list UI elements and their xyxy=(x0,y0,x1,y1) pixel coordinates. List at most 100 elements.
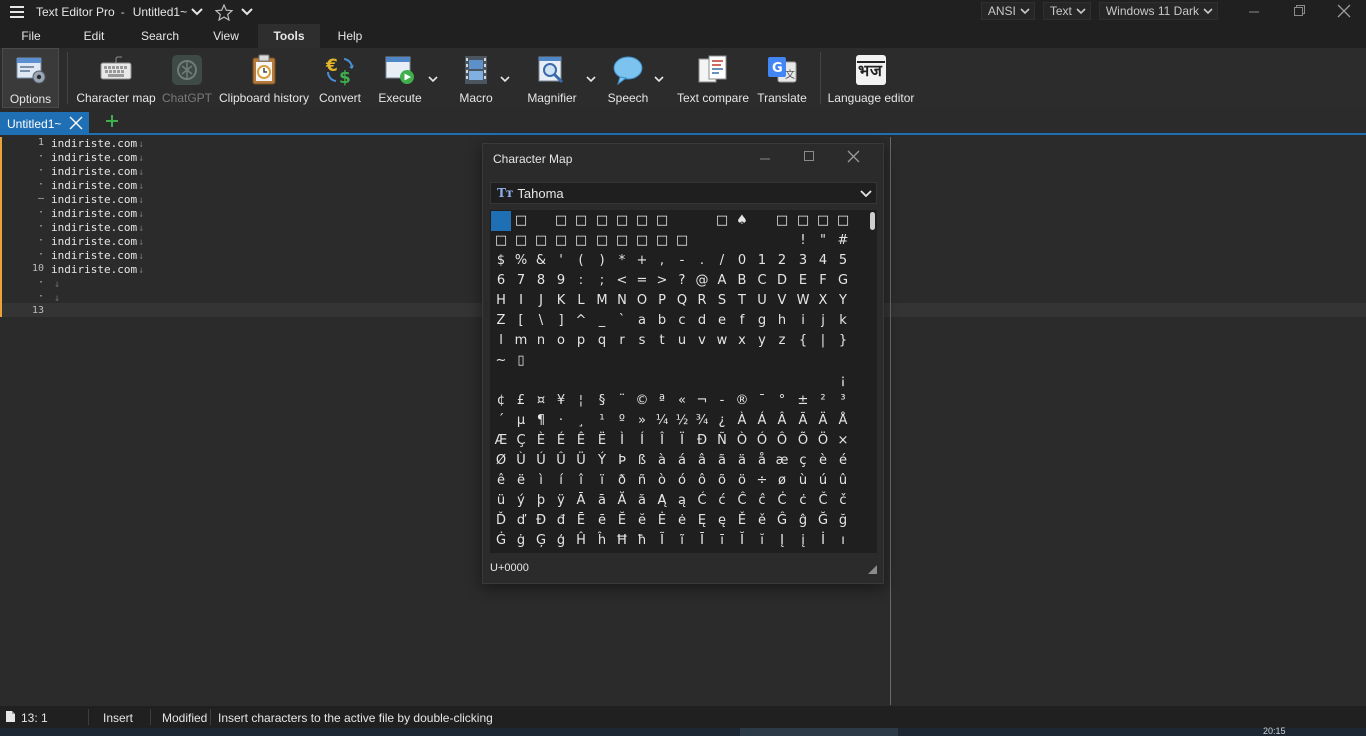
character-cell[interactable]: Ú xyxy=(531,451,551,471)
character-cell[interactable]: Ă xyxy=(612,491,632,511)
character-cell[interactable] xyxy=(732,371,752,391)
character-cell[interactable] xyxy=(692,211,712,231)
character-cell[interactable]: □ xyxy=(712,211,732,231)
character-cell[interactable]: □ xyxy=(551,231,571,251)
character-cell[interactable]: « xyxy=(672,391,692,411)
character-cell[interactable]: ô xyxy=(692,471,712,491)
character-cell[interactable]: 2 xyxy=(772,251,792,271)
character-cell[interactable] xyxy=(672,351,692,371)
character-cell[interactable]: Ą xyxy=(652,491,672,511)
character-cell[interactable]: ü xyxy=(491,491,511,511)
character-cell[interactable]: G xyxy=(833,271,853,291)
character-cell[interactable]: ė xyxy=(672,511,692,531)
character-cell[interactable]: 3 xyxy=(793,251,813,271)
character-cell[interactable]: ² xyxy=(813,391,833,411)
character-cell[interactable]: ½ xyxy=(672,411,692,431)
character-cell[interactable]: ö xyxy=(732,471,752,491)
character-cell[interactable]: U xyxy=(752,291,772,311)
character-cell[interactable]: Õ xyxy=(793,431,813,451)
character-cell[interactable]: î xyxy=(571,471,591,491)
character-cell[interactable] xyxy=(772,231,792,251)
character-cell[interactable] xyxy=(793,371,813,391)
character-cell[interactable]: ´ xyxy=(491,411,511,431)
character-cell[interactable]: Ö xyxy=(813,431,833,451)
character-cell[interactable]: ď xyxy=(511,511,531,531)
character-cell[interactable] xyxy=(531,371,551,391)
character-cell[interactable]: □ xyxy=(672,231,692,251)
character-cell[interactable]: { xyxy=(793,331,813,351)
character-cell[interactable]: c xyxy=(672,311,692,331)
character-cell[interactable]: N xyxy=(612,291,632,311)
character-cell[interactable]: ï xyxy=(592,471,612,491)
character-cell[interactable]: Z xyxy=(491,311,511,331)
character-cell[interactable] xyxy=(772,371,792,391)
character-cell[interactable]: Ô xyxy=(772,431,792,451)
character-cell[interactable]: ó xyxy=(672,471,692,491)
syntax-dropdown[interactable]: Text xyxy=(1042,2,1091,20)
character-cell[interactable]: ♠ xyxy=(732,211,752,231)
menu-file[interactable]: File xyxy=(0,24,62,48)
character-cell[interactable]: Ë xyxy=(592,431,612,451)
font-select[interactable]: Tт Tahoma xyxy=(490,182,877,204)
character-cell[interactable]: ç xyxy=(793,451,813,471)
character-cell[interactable]: y xyxy=(752,331,772,351)
character-cell[interactable]: ; xyxy=(592,271,612,291)
character-cell[interactable]: ã xyxy=(712,451,732,471)
character-cell[interactable]: · xyxy=(551,411,571,431)
character-cell[interactable]: # xyxy=(833,231,853,251)
character-cell[interactable]: Í xyxy=(632,431,652,451)
language-editor-button[interactable]: भज Language editor xyxy=(828,48,914,108)
character-cell[interactable]: @ xyxy=(692,271,712,291)
character-cell[interactable]: □ xyxy=(772,211,792,231)
character-cell[interactable] xyxy=(551,371,571,391)
character-cell[interactable]: ě xyxy=(752,511,772,531)
character-cell[interactable]: [ xyxy=(511,311,531,331)
character-cell[interactable]: Ù xyxy=(511,451,531,471)
character-cell[interactable]: § xyxy=(592,391,612,411)
character-cell[interactable]: ¨ xyxy=(612,391,632,411)
character-cell[interactable]: . xyxy=(692,251,712,271)
character-grid[interactable]: □ □ □ □ □ □ □ □ ♠ □ □ □ □ □ □ □ □ □ □ □ □ □ □! " # $% & '() * +, -./0 1… xyxy=(490,210,868,553)
character-cell[interactable]: ā xyxy=(592,491,612,511)
character-cell[interactable]: ä xyxy=(732,451,752,471)
character-cell[interactable]: ì xyxy=(531,471,551,491)
character-cell[interactable]: x xyxy=(732,331,752,351)
character-cell[interactable]: t xyxy=(652,331,672,351)
character-cell[interactable]: S xyxy=(712,291,732,311)
character-cell[interactable]: J xyxy=(531,291,551,311)
taskbar-app-button[interactable] xyxy=(740,728,898,736)
character-cell[interactable]: □ xyxy=(813,211,833,231)
character-cell[interactable]: Ø xyxy=(491,451,511,471)
character-cell[interactable]: × xyxy=(833,431,853,451)
character-cell[interactable]: Q xyxy=(672,291,692,311)
character-cell[interactable] xyxy=(531,351,551,371)
character-cell[interactable]: K xyxy=(551,291,571,311)
charmap-maximize-button[interactable] xyxy=(787,146,831,166)
character-cell[interactable]: T xyxy=(732,291,752,311)
convert-button[interactable]: € $ Convert xyxy=(316,48,364,108)
character-cell[interactable]: Ċ xyxy=(772,491,792,511)
character-cell[interactable]: ] xyxy=(551,311,571,331)
character-cell[interactable]: □ xyxy=(632,211,652,231)
character-cell[interactable]: ı xyxy=(833,531,853,551)
character-cell[interactable]: l xyxy=(491,331,511,351)
character-cell[interactable]: Č xyxy=(813,491,833,511)
character-cell[interactable]: á xyxy=(672,451,692,471)
character-cell[interactable]: ĉ xyxy=(752,491,772,511)
character-cell[interactable]: b xyxy=(652,311,672,331)
character-cell[interactable]: V xyxy=(772,291,792,311)
execute-button[interactable]: Execute xyxy=(374,48,426,108)
character-cell[interactable]: ¥ xyxy=(551,391,571,411)
character-cell[interactable]: ĭ xyxy=(752,531,772,551)
character-cell[interactable]: É xyxy=(551,431,571,451)
character-cell[interactable] xyxy=(632,371,652,391)
character-cell[interactable]: g xyxy=(752,311,772,331)
encoding-dropdown[interactable]: ANSI xyxy=(980,2,1035,20)
document-dropdown-icon[interactable] xyxy=(191,8,203,16)
character-cell[interactable]: 5 xyxy=(833,251,853,271)
character-cell[interactable]: į xyxy=(793,531,813,551)
character-cell[interactable]: ¢ xyxy=(491,391,511,411)
character-cell[interactable]: X xyxy=(813,291,833,311)
magnifier-dropdown-icon[interactable] xyxy=(586,72,596,86)
character-cell[interactable]: □ xyxy=(592,211,612,231)
